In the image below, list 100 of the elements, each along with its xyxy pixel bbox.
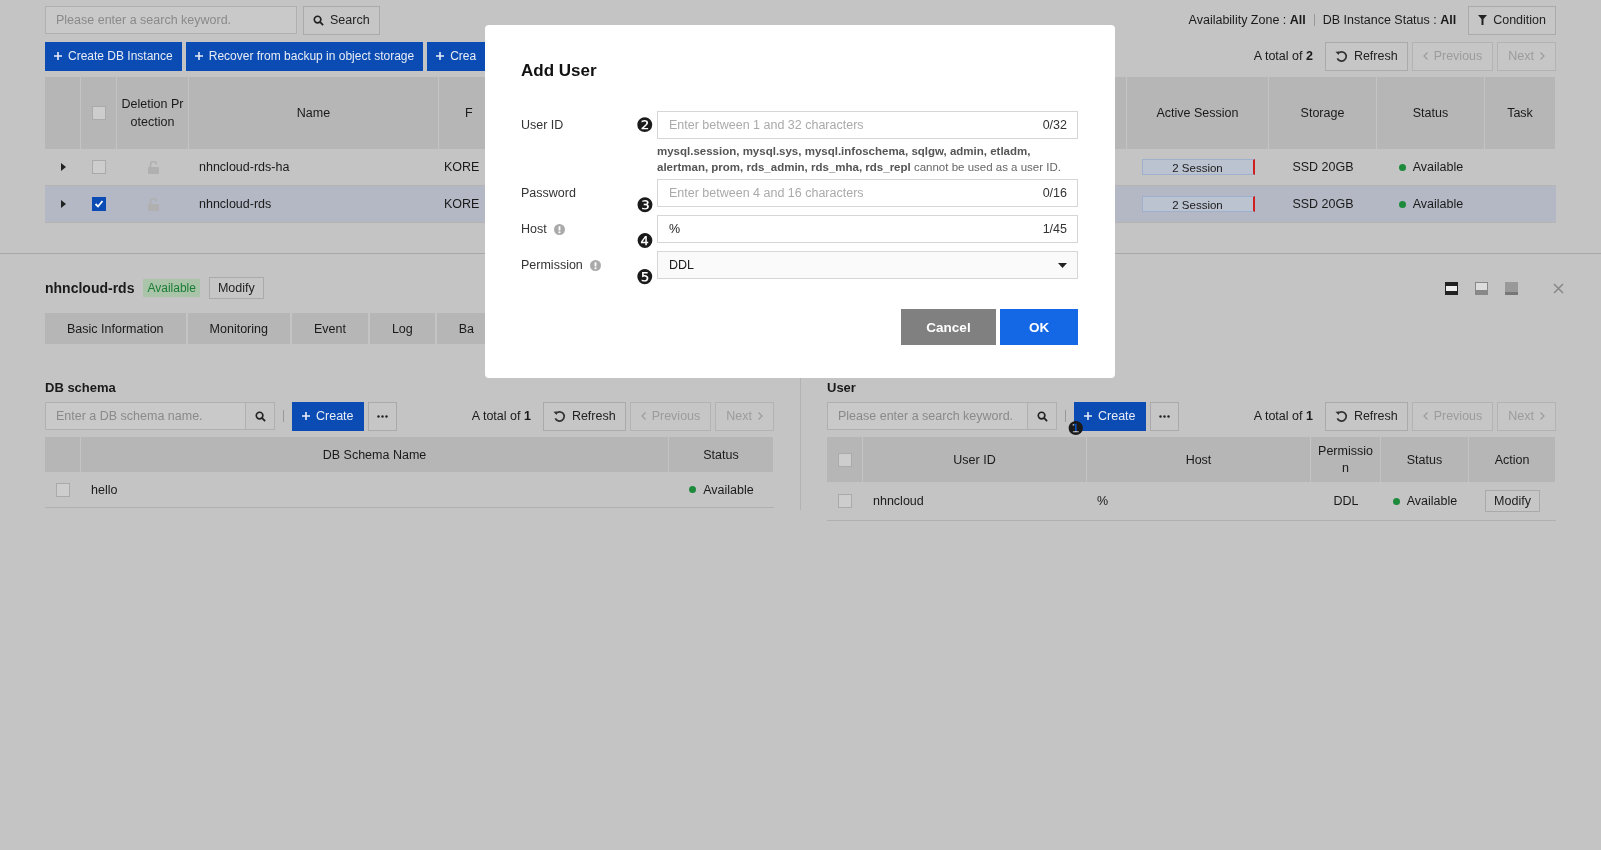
user-id: nhncloud xyxy=(872,494,925,508)
search-field[interactable]: Please enter a search keyword. xyxy=(45,6,297,34)
search-button[interactable] xyxy=(246,402,275,430)
column-header: F xyxy=(465,106,473,120)
refresh-button[interactable]: Refresh xyxy=(542,401,626,431)
permission-dropdown[interactable]: DDL xyxy=(657,251,1078,279)
column-header: User ID xyxy=(863,437,1087,482)
create-button[interactable]: Create DB Instance xyxy=(45,41,182,71)
status-dot-icon xyxy=(1392,497,1400,505)
create-button[interactable]: Create xyxy=(292,401,364,431)
chevron-left-icon xyxy=(1422,412,1428,420)
more-icon xyxy=(1158,414,1170,418)
column-header: Active Session xyxy=(1127,77,1269,149)
search-icon xyxy=(313,14,324,26)
character-counter: 0/32 xyxy=(1042,118,1067,132)
input-field[interactable]: Enter between 1 and 32 characters 0/32 xyxy=(657,111,1078,139)
table-cell-text: % xyxy=(1096,494,1110,508)
more-button[interactable] xyxy=(1149,401,1179,431)
create-button[interactable]: Recover from backup in object storage xyxy=(185,41,424,71)
chevron-left-icon xyxy=(1422,52,1428,60)
filter-icon xyxy=(1478,15,1488,25)
refresh-button[interactable]: Refresh xyxy=(1324,401,1408,431)
status-dot-icon xyxy=(1398,200,1406,208)
tab[interactable]: Basic Information xyxy=(45,313,186,344)
search-button[interactable] xyxy=(1028,402,1057,430)
field-label: Permission xyxy=(521,258,583,272)
refresh-button[interactable]: Refresh xyxy=(1324,41,1408,71)
layout-middle-icon[interactable] xyxy=(1475,281,1488,295)
step-marker: ❸ xyxy=(636,195,655,215)
session-gauge: 2 Session xyxy=(1141,196,1255,212)
column-header: Deletion Protection xyxy=(117,77,189,149)
chevron-right-icon xyxy=(1540,52,1545,60)
search-icon xyxy=(254,410,266,422)
instance-title: nhncloud-rds xyxy=(45,280,135,296)
total-count: A total of 2 xyxy=(1253,49,1313,63)
total-count: A total of 1 xyxy=(471,409,531,423)
info-icon xyxy=(553,223,565,235)
modify-button[interactable]: Modify xyxy=(1485,490,1540,512)
create-button[interactable]: Crea xyxy=(427,41,486,71)
chevron-left-icon xyxy=(640,412,646,420)
help-text: mysql.session, mysql.sys, mysql.infoschema, sqlgw, admin, etladm, alertman, prom, rds_admin, rds_mha, rds_repl cannot be used as a user ID. xyxy=(657,144,1062,175)
session-gauge: 2 Session xyxy=(1141,159,1255,175)
schema-name: hello xyxy=(90,482,119,497)
schema-search-field[interactable]: Enter a DB schema name. xyxy=(45,402,246,430)
table-cell: KORE xyxy=(444,197,480,211)
checkbox[interactable] xyxy=(92,160,106,174)
status-badge: Available xyxy=(143,279,200,297)
cancel-button[interactable]: Cancel xyxy=(901,309,996,345)
plus-icon xyxy=(436,52,445,60)
status-label: Available xyxy=(1398,197,1464,211)
search-button[interactable]: Search xyxy=(303,5,380,35)
column-header: Storage xyxy=(1269,77,1377,149)
chevron-right-icon xyxy=(758,412,763,420)
user-search-field[interactable]: Please enter a search keyword. xyxy=(827,402,1028,430)
layout-bottom-icon[interactable] xyxy=(1505,281,1518,295)
condition-button[interactable]: Condition xyxy=(1468,5,1556,35)
step-marker: ❹ xyxy=(636,231,655,251)
checkbox[interactable] xyxy=(91,106,106,120)
input-field[interactable]: Enter between 4 and 16 characters 0/16 xyxy=(657,179,1078,207)
expand-arrow-icon[interactable] xyxy=(60,163,66,171)
filter-label: DB Instance Status : All xyxy=(1322,13,1457,27)
plus-icon xyxy=(1084,412,1092,420)
status-dot-icon xyxy=(689,486,697,493)
instance-name[interactable]: nhncloud-rds-ha xyxy=(189,149,439,185)
plus-icon xyxy=(194,52,203,60)
plus-icon xyxy=(302,412,310,420)
refresh-icon xyxy=(1334,409,1348,423)
checkbox[interactable] xyxy=(838,494,852,508)
status-dot-icon xyxy=(1398,163,1406,171)
expand-arrow-icon[interactable] xyxy=(60,200,66,208)
input-field[interactable]: % 1/45 xyxy=(657,215,1078,243)
column-header: Action xyxy=(1469,437,1556,482)
tab[interactable]: Log xyxy=(369,313,435,344)
instance-name[interactable]: nhncloud-rds xyxy=(189,186,439,222)
tab[interactable]: Event xyxy=(291,313,368,344)
column-header: Status xyxy=(669,437,774,472)
character-counter: 0/16 xyxy=(1042,186,1067,200)
table-cell-text: DDL xyxy=(1332,494,1360,508)
layout-top-icon[interactable] xyxy=(1445,281,1458,295)
checkbox[interactable] xyxy=(837,452,852,467)
section-title: User xyxy=(827,380,857,395)
checkbox[interactable] xyxy=(56,482,70,497)
close-icon[interactable] xyxy=(1553,282,1564,294)
tab[interactable]: Monitoring xyxy=(187,313,290,344)
modify-button[interactable]: Modify xyxy=(208,277,264,299)
plus-icon xyxy=(54,52,62,60)
chevron-right-icon xyxy=(1540,412,1545,420)
column-header: Host xyxy=(1087,437,1311,482)
refresh-icon xyxy=(1334,49,1348,63)
character-counter: 1/45 xyxy=(1042,222,1067,236)
ok-button[interactable]: OK xyxy=(1000,309,1078,345)
table-cell-text: SSD 20GB xyxy=(1291,196,1355,213)
step-marker: ❷ xyxy=(636,115,655,135)
column-header: DB Schema Name xyxy=(81,437,669,472)
more-button[interactable] xyxy=(367,401,397,431)
field-label: Password xyxy=(521,186,576,200)
refresh-icon xyxy=(552,409,566,423)
section-title: DB schema xyxy=(45,380,117,395)
checkbox[interactable] xyxy=(92,197,106,211)
info-icon xyxy=(589,259,601,271)
